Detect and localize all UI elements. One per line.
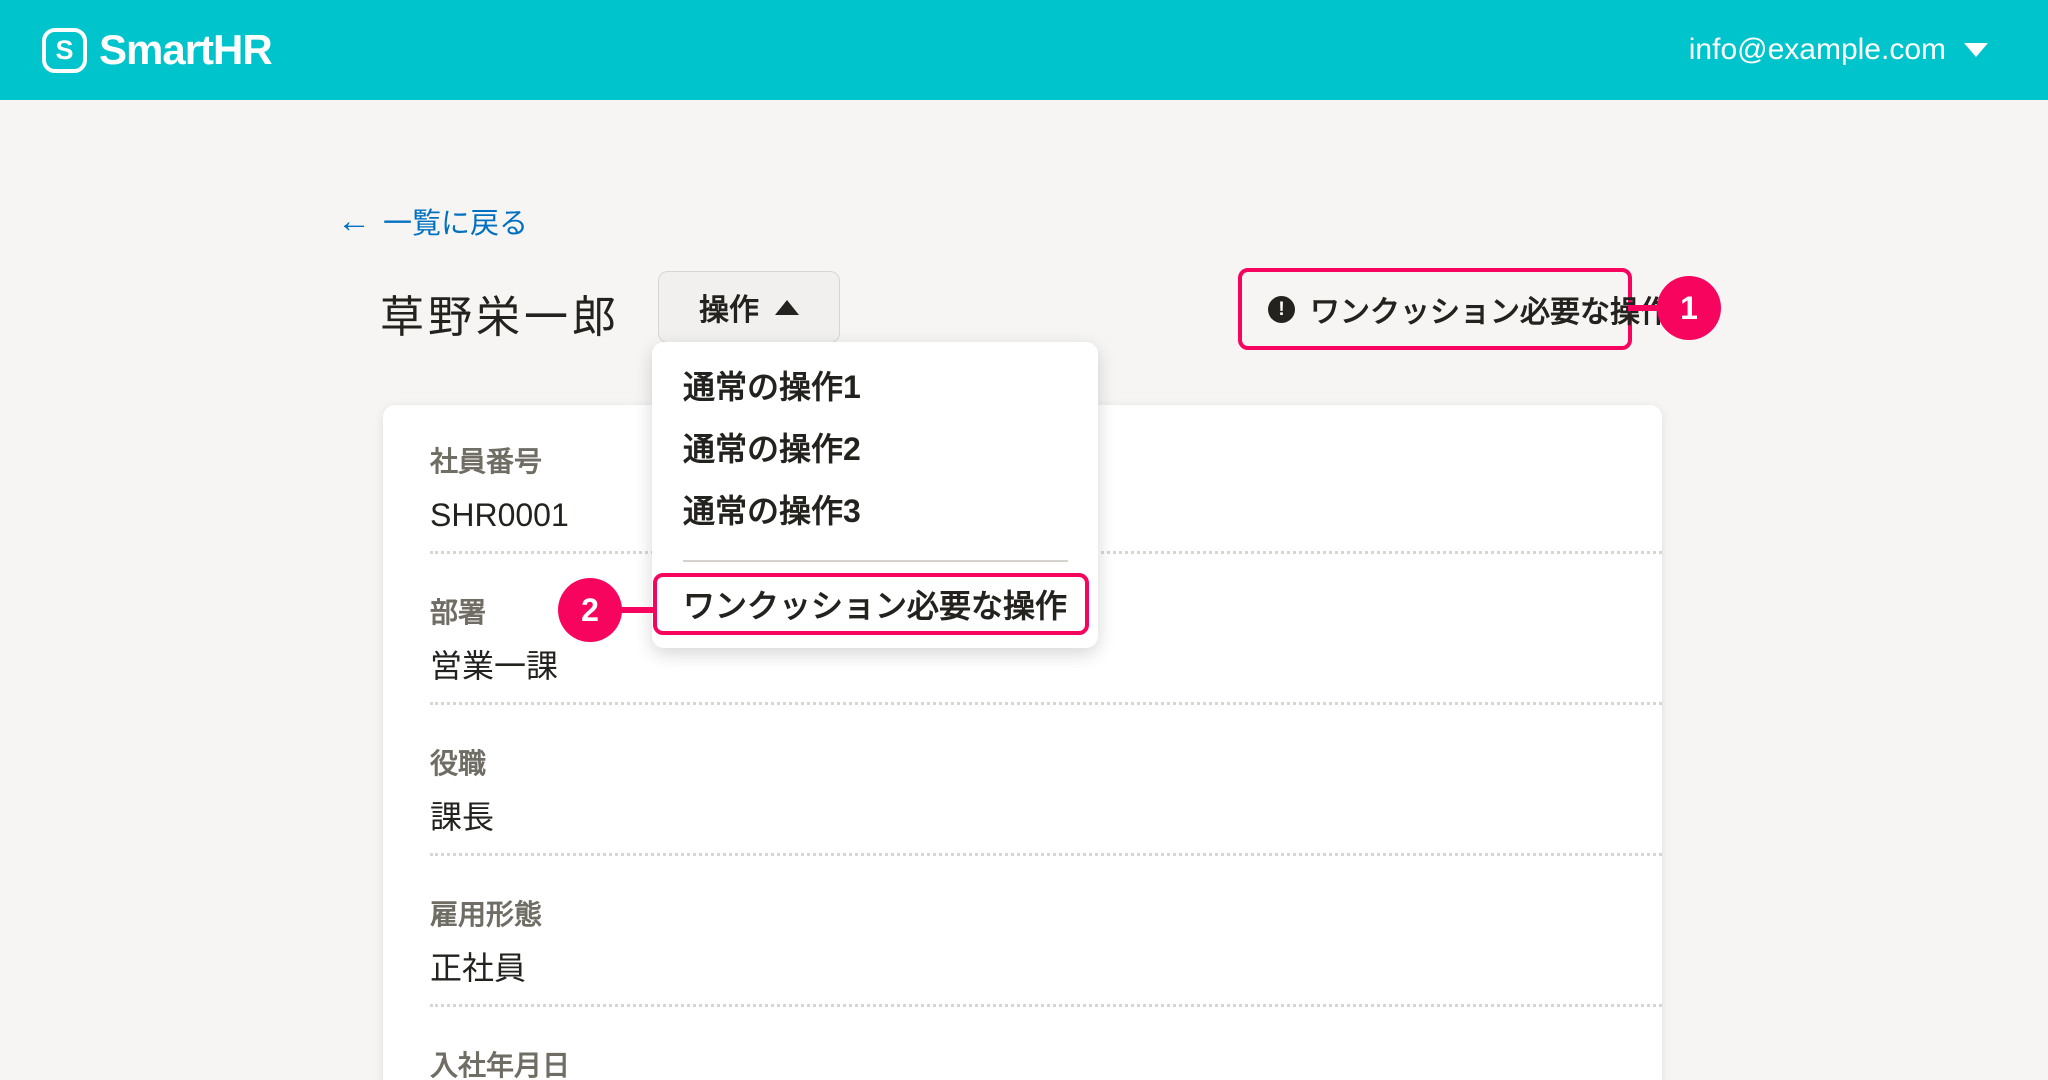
back-to-list-link[interactable]: ← 一覧に戻る xyxy=(337,200,528,242)
action-menu-list: 通常の操作1 通常の操作2 通常の操作3 xyxy=(652,354,1098,540)
chevron-up-icon xyxy=(775,299,799,315)
field-value: 営業一課 xyxy=(430,648,559,684)
annotation-badge-2: 2 xyxy=(558,578,622,642)
app-header: S SmartHR info@example.com xyxy=(0,0,2048,100)
menu-item[interactable]: 通常の操作2 xyxy=(652,416,1098,478)
menu-item[interactable]: 通常の操作1 xyxy=(652,354,1098,416)
menu-item-one-cushion-action[interactable]: ワンクッション必要な操作 xyxy=(653,573,1089,635)
account-email: info@example.com xyxy=(1688,33,1946,66)
page-title: 草野栄一郎 xyxy=(380,293,620,342)
account-menu[interactable]: info@example.com xyxy=(1689,33,1988,67)
menu-divider xyxy=(683,560,1068,562)
callout-label: ワンクッション必要な操作 xyxy=(1310,296,1670,329)
profile-field-row: 雇用形態 正社員 xyxy=(383,856,1662,1004)
annotation-connector-2 xyxy=(618,607,656,613)
one-cushion-action-callout: ! ワンクッション必要な操作 xyxy=(1238,268,1670,350)
field-label: 雇用形態 xyxy=(430,899,543,930)
profile-field-row: 役職 課長 xyxy=(383,705,1662,853)
back-arrow-icon: ← xyxy=(337,202,371,240)
menu-item[interactable]: 通常の操作3 xyxy=(652,478,1098,540)
warning-icon: ! xyxy=(1268,295,1295,323)
smarthr-logo-icon: S xyxy=(42,27,87,73)
annotation-badge-1: 1 xyxy=(1657,276,1721,340)
chevron-down-icon xyxy=(1964,43,1988,57)
field-value: 課長 xyxy=(430,799,495,835)
action-dropdown-button[interactable]: 操作 xyxy=(658,271,840,343)
back-link-label: 一覧に戻る xyxy=(383,208,529,240)
field-label: 役職 xyxy=(430,748,487,779)
page: S SmartHR info@example.com ← 一覧に戻る 草野栄一郎… xyxy=(0,0,2048,1080)
smarthr-logo: S SmartHR xyxy=(42,26,273,74)
action-button-label: 操作 xyxy=(699,294,759,327)
action-dropdown-menu: 通常の操作1 通常の操作2 通常の操作3 ワンクッション必要な操作 xyxy=(652,342,1098,648)
field-label: 入社年月日 xyxy=(430,1050,571,1080)
brand-name: SmartHR xyxy=(99,26,273,73)
profile-field-row: 入社年月日 xyxy=(383,1007,1662,1080)
field-value: 正社員 xyxy=(430,950,527,986)
